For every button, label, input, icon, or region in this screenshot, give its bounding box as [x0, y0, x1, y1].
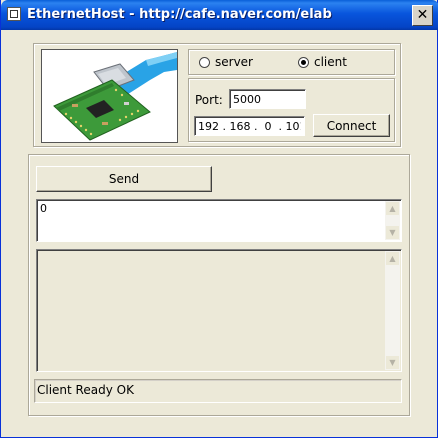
server-label[interactable]: server: [215, 55, 253, 69]
send-scrollbar[interactable]: ▲ ▼: [385, 201, 400, 240]
status-text: Client Ready OK: [37, 383, 134, 397]
log-textbox[interactable]: [36, 249, 402, 372]
status-bar: Client Ready OK: [34, 379, 402, 403]
port-input[interactable]: [229, 89, 306, 109]
server-radio[interactable]: [199, 57, 210, 68]
port-label: Port:: [195, 93, 223, 107]
module-photo: [41, 49, 178, 143]
connect-button[interactable]: Connect: [313, 114, 390, 137]
scroll-up-icon[interactable]: ▲: [385, 251, 400, 266]
dialog-body: server client Port: Connect Send 0 ▲ ▼ ▲…: [4, 30, 434, 434]
client-radio[interactable]: [298, 57, 309, 68]
ip-address-input[interactable]: [194, 116, 305, 136]
client-label[interactable]: client: [314, 55, 347, 69]
scroll-up-icon[interactable]: ▲: [385, 201, 400, 216]
scroll-down-icon[interactable]: ▼: [385, 225, 400, 240]
send-text: 0: [40, 202, 47, 215]
send-button[interactable]: Send: [36, 166, 212, 192]
title-bar[interactable]: EthernetHost - http://cafe.naver.com/ela…: [1, 0, 438, 30]
ethernet-board-image: [42, 50, 177, 142]
app-window: EthernetHost - http://cafe.naver.com/ela…: [0, 0, 438, 438]
app-icon: [7, 7, 21, 21]
send-textbox[interactable]: 0: [36, 199, 402, 242]
window-title: EthernetHost - http://cafe.naver.com/ela…: [27, 7, 332, 22]
scroll-down-icon[interactable]: ▼: [385, 355, 400, 370]
close-button[interactable]: ✕: [412, 5, 433, 26]
log-scrollbar[interactable]: ▲ ▼: [385, 251, 400, 370]
